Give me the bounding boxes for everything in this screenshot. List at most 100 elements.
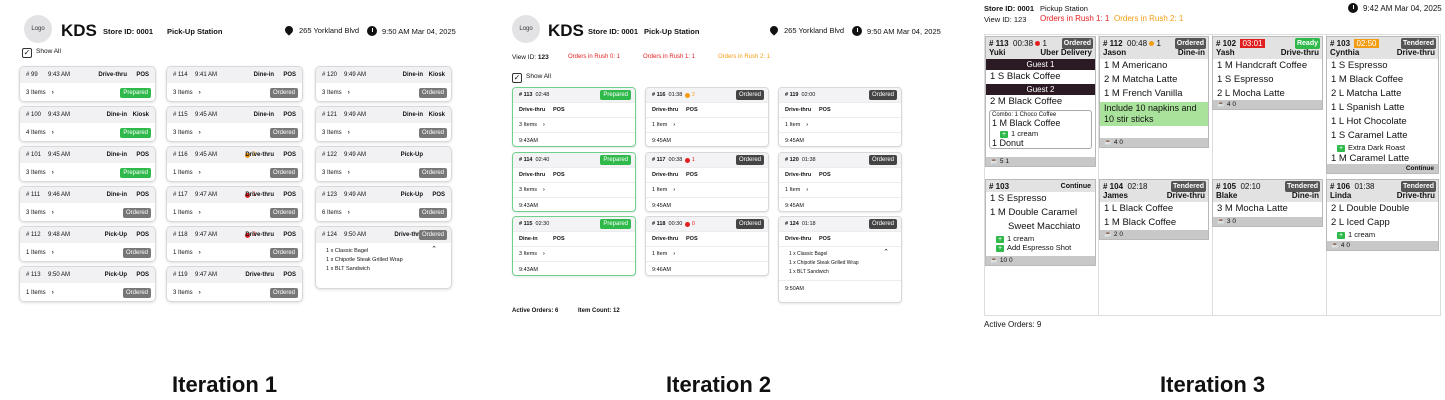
item-count[interactable]: 3 Items (322, 90, 342, 96)
item-count[interactable]: 3 Items (322, 170, 342, 176)
item-count[interactable]: 1 Item (785, 187, 800, 193)
order-card[interactable]: # 111 9:46 AM Dine-in POS 3 Items › Ordered (19, 186, 156, 222)
status-badge[interactable]: Prepared (120, 128, 151, 138)
status-badge[interactable]: Prepared (120, 168, 151, 178)
order-card[interactable]: # 112 9:48 AM Pick-Up POS 1 Items › Ordered (19, 226, 156, 262)
order-card[interactable]: # 118 9:47 AM 0 Drive-thru POS 1 Items › Ordere… (166, 226, 303, 262)
status-badge[interactable]: Prepared (120, 88, 151, 98)
item-count[interactable]: 3 Items (519, 251, 537, 257)
status-badge[interactable]: Ordered (868, 219, 897, 229)
chevron-right-icon[interactable]: › (199, 210, 201, 216)
order-card-expanded[interactable]: # 124 01:18 Ordered Drive-thru POS 1 x Cla… (778, 216, 902, 303)
chevron-right-icon[interactable]: › (673, 251, 675, 257)
item-count[interactable]: 3 Items (173, 290, 193, 296)
status-badge[interactable]: Ordered (868, 155, 897, 165)
chevron-right-icon[interactable]: › (52, 250, 54, 256)
order-card[interactable]: # 99 9:43 AM Drive-thru POS 3 Items › Prepared (19, 66, 156, 102)
order-card[interactable]: # 117 00:38 1 Ordered Drive-thru POS 1 Item ›… (645, 152, 769, 212)
status-badge[interactable]: Prepared (600, 90, 631, 100)
status-badge[interactable]: Ordered (269, 288, 298, 298)
order-card[interactable]: # 105 02:10 Tendered Blake Dine-in 3 M Moch… (1212, 179, 1323, 227)
item-count[interactable]: 3 Items (173, 130, 193, 136)
chevron-right-icon[interactable]: › (806, 187, 808, 193)
status-badge[interactable]: Ordered (122, 288, 151, 298)
status-badge[interactable]: Prepared (600, 219, 631, 229)
chevron-right-icon[interactable]: › (543, 187, 545, 193)
status-badge[interactable]: Ordered (269, 168, 298, 178)
order-card[interactable]: # 101 9:45 AM Dine-in POS 3 Items › Prepared (19, 146, 156, 182)
show-all-toggle[interactable]: ✓ Show All (22, 48, 61, 58)
item-count[interactable]: 1 Items (26, 250, 46, 256)
order-card[interactable]: # 100 9:43 AM Dine-in Kiosk 4 Items › Prepared (19, 106, 156, 142)
status-badge[interactable]: Ordered (868, 90, 897, 100)
item-count[interactable]: 1 Items (173, 170, 193, 176)
chevron-up-icon[interactable]: ⌃ (431, 245, 437, 254)
item-count[interactable]: 1 Item (652, 251, 667, 257)
order-card[interactable]: # 115 02:30 Prepared Dine-in POS 3 Items › 9:4… (512, 216, 636, 276)
order-card[interactable]: # 119 02:00 Ordered Drive-thru POS 1 Item › 9:… (778, 87, 902, 147)
order-card[interactable]: # 114 9:41 AM Dine-in POS 3 Items › Ordered (166, 66, 303, 102)
chevron-up-icon[interactable]: ⌃ (883, 248, 889, 257)
status-badge[interactable]: Ordered (122, 248, 151, 258)
item-count[interactable]: 1 Items (26, 290, 46, 296)
order-card[interactable]: # 122 9:49 AM Pick-Up 3 Items › Ordered (315, 146, 452, 182)
chevron-right-icon[interactable]: › (806, 122, 808, 128)
order-card[interactable]: # 120 01:38 Ordered Drive-thru POS 1 Item › 9:… (778, 152, 902, 212)
order-card[interactable]: # 102 03:01 Ready Yash Drive-thru 1 M Handc… (1212, 36, 1323, 110)
item-count[interactable]: 4 Items (26, 130, 46, 136)
status-badge[interactable]: Ordered (418, 208, 447, 218)
chevron-right-icon[interactable]: › (52, 290, 54, 296)
item-count[interactable]: 3 Items (519, 187, 537, 193)
item-count[interactable]: 1 Items (173, 250, 193, 256)
item-count[interactable]: 3 Items (173, 90, 193, 96)
status-badge[interactable]: Ordered (735, 219, 764, 229)
order-card[interactable]: # 113 00:38 1 Ordered Yuki Uber Delivery Gu… (985, 36, 1096, 167)
status-badge[interactable]: Ordered (269, 208, 298, 218)
chevron-right-icon[interactable]: › (348, 90, 350, 96)
checkbox-icon[interactable]: ✓ (512, 73, 522, 83)
chevron-right-icon[interactable]: › (673, 122, 675, 128)
checkbox-icon[interactable]: ✓ (22, 48, 32, 58)
chevron-right-icon[interactable]: › (52, 210, 54, 216)
chevron-right-icon[interactable]: › (199, 170, 201, 176)
item-count[interactable]: 3 Items (519, 122, 537, 128)
order-card[interactable]: # 117 9:47 AM 1 Drive-thru POS 1 Items › Ordere… (166, 186, 303, 222)
chevron-right-icon[interactable]: › (348, 210, 350, 216)
status-badge[interactable]: Ordered (269, 248, 298, 258)
chevron-right-icon[interactable]: › (52, 130, 54, 136)
status-badge[interactable]: Ordered (418, 230, 447, 240)
chevron-right-icon[interactable]: › (673, 187, 675, 193)
chevron-right-icon[interactable]: › (543, 122, 545, 128)
chevron-right-icon[interactable]: › (52, 90, 54, 96)
status-badge[interactable]: Ordered (418, 128, 447, 138)
order-card[interactable]: # 119 9:47 AM Drive-thru POS 3 Items › Ordered (166, 266, 303, 302)
order-card[interactable]: # 104 02:18 Tendered James Drive-thru 1 L B… (1099, 179, 1209, 240)
item-count[interactable]: 1 Item (652, 187, 667, 193)
status-badge[interactable]: Ordered (269, 128, 298, 138)
status-badge[interactable]: Ordered (418, 168, 447, 178)
order-card[interactable]: # 112 00:48 1 Ordered Jason Dine-in 1 M Ame… (1099, 36, 1209, 148)
order-card[interactable]: # 121 9:49 AM Dine-in Kiosk 3 Items › Ordered (315, 106, 452, 142)
chevron-right-icon[interactable]: › (348, 170, 350, 176)
order-card[interactable]: # 113 02:48 Prepared Drive-thru POS 3 Items ›… (512, 87, 636, 147)
item-count[interactable]: 6 Items (322, 210, 342, 216)
item-count[interactable]: 3 Items (26, 210, 46, 216)
order-card-expanded[interactable]: # 1249:50 AMDrive-thruPOSOrdered 1 x Cla… (315, 226, 452, 289)
order-card[interactable]: # 113 9:50 AM Pick-Up POS 1 Items › Ordered (19, 266, 156, 302)
order-card[interactable]: # 118 00:30 0 Ordered Drive-thru POS 1 Item ›… (645, 216, 769, 276)
order-card[interactable]: # 115 9:45 AM Dine-in POS 3 Items › Ordered (166, 106, 303, 142)
order-card[interactable]: # 116 01:38 2 Ordered Drive-thru POS 1 Item ›… (645, 87, 769, 147)
item-count[interactable]: 3 Items (26, 170, 46, 176)
status-badge[interactable]: Ordered (418, 88, 447, 98)
chevron-right-icon[interactable]: › (199, 250, 201, 256)
item-count[interactable]: 1 Items (173, 210, 193, 216)
chevron-right-icon[interactable]: › (199, 90, 201, 96)
order-card[interactable]: # 120 9:49 AM Dine-in Kiosk 3 Items › Ordered (315, 66, 452, 102)
status-badge[interactable]: Prepared (600, 155, 631, 165)
chevron-right-icon[interactable]: › (199, 130, 201, 136)
chevron-right-icon[interactable]: › (199, 290, 201, 296)
show-all-toggle[interactable]: ✓ Show All (512, 73, 551, 83)
item-count[interactable]: 3 Items (322, 130, 342, 136)
status-badge[interactable]: Ordered (269, 88, 298, 98)
chevron-right-icon[interactable]: › (348, 130, 350, 136)
